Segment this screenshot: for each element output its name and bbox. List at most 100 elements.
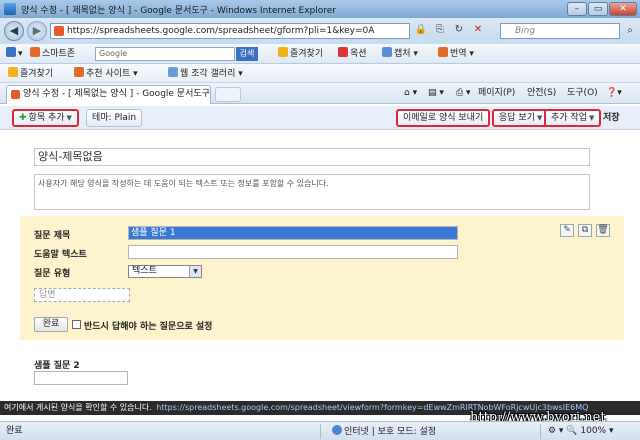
home-menu-icon[interactable]: ⌂ ▾ [404,87,417,100]
address-row: ◀ ▶ https://spreadsheets.google.com/spre… [0,18,640,44]
chevron-down-icon: ▼ [536,114,543,122]
required-label: 반드시 답해야 하는 질문으로 설정 [84,322,213,332]
favorites-button[interactable]: 즐겨찾기 [8,67,53,81]
google-search-input[interactable]: Google [95,47,235,61]
maximize-button[interactable]: ▭ [588,2,608,16]
form-toolbar: ✚ 항목 추가 ▼ 테마: Plain 이메일로 양식 보내기 응답 보기 ▼ 추가 … [0,106,640,130]
web-slice-icon [168,67,178,77]
question-editor-panel: 질문 제목 샘플 질문 1 도움말 텍스트 질문 유형 텍스트 답변 완료 반드… [20,216,624,340]
window-title: 양식 수정 - [ 제목없는 양식 ] - Google 문서도구 - Wind… [21,5,336,16]
bookmarks-label: 즐겨찾기 [290,49,324,59]
zoom-control[interactable]: ⚙ ▾ 🔍 100% ▾ [548,425,614,438]
status-bar: 완료 인터넷 | 보호 모드: 설정 ⚙ ▾ 🔍 100% ▾ [0,421,640,440]
minimize-button[interactable]: – [567,2,587,16]
back-button[interactable]: ◀ [4,21,24,41]
refresh-icon[interactable]: ↻ [451,22,467,38]
question2-title: 샘플 질문 2 [34,361,80,371]
auction-label: 옥션 [350,49,367,59]
feeds-icon[interactable]: ▤ ▾ [428,87,444,100]
close-button[interactable]: ✕ [609,2,637,16]
question-title-label: 질문 제목 [34,231,71,241]
duplicate-icon[interactable]: ⧉ [578,224,592,237]
view-responses-label: 응답 보기 [499,113,535,123]
address-tools: 🔒 ⎘ ↻ ✕ [413,22,486,38]
help-text-input[interactable] [128,245,458,259]
bookmarks-button[interactable]: 즐겨찾기 [278,47,323,61]
safety-menu[interactable]: 안전(S) [527,87,556,100]
page-icon [54,26,64,36]
tab-form-edit[interactable]: 양식 수정 - [ 제목없는 양식 ] - Google 문서도구 [6,85,211,104]
tab-row: 양식 수정 - [ 제목없는 양식 ] - Google 문서도구 ⌂ ▾ ▤ … [0,83,640,104]
form-description-input[interactable]: 사용자가 해당 양식을 작성하는 데 도움이 되는 텍스트 또는 정보를 포함할… [34,174,590,210]
new-tab-button[interactable] [215,87,241,102]
capture-label: 캡처 [394,49,411,59]
edit-pencil-icon[interactable]: ✎ [560,224,574,237]
email-form-button[interactable]: 이메일로 양식 보내기 [396,109,491,127]
star-icon [278,47,288,57]
auction-button[interactable]: 옥션 [338,47,367,61]
chevron-down-icon: ▼ [588,114,595,122]
zoom-level: 100% [580,426,607,436]
required-checkbox[interactable] [72,320,81,329]
google-toolbar: ▾ 스마트존 Google 검색 즐겨찾기 옥션 캡처 ▾ 번역 ▾ [0,44,640,64]
help-text-label: 도움말 텍스트 [34,250,87,260]
status-divider [540,424,541,439]
search-icon[interactable]: ⌕ [623,23,637,39]
suggested-sites-label: 추천 사이트 [86,69,131,79]
auction-icon [338,47,348,57]
question-type-label: 질문 유형 [34,269,71,279]
print-icon[interactable]: ⎙ ▾ [456,87,471,100]
form-editor: 양식-제목없음 사용자가 해당 양식을 작성하는 데 도움이 되는 텍스트 또는… [0,131,640,401]
theme-button[interactable]: 테마: Plain [86,109,143,127]
answer-preview-field: 답변 [34,288,130,302]
security-zone-label: 인터넷 | 보호 모드: 설정 [344,427,437,437]
address-bar[interactable]: https://spreadsheets.google.com/spreadsh… [50,23,410,39]
more-actions-label: 추가 작업 [551,113,587,123]
add-item-button[interactable]: ✚ 항목 추가 ▼ [12,109,79,127]
compat-icon[interactable]: ⎘ [432,22,448,38]
lock-icon[interactable]: 🔒 [413,22,429,38]
chevron-down-icon: ▼ [66,114,72,122]
google-toolbar-menu[interactable]: ▾ [6,47,23,61]
capture-icon [382,47,392,57]
forward-button[interactable]: ▶ [27,21,47,41]
capture-button[interactable]: 캡처 ▾ [382,47,418,61]
suggested-sites-button[interactable]: 추천 사이트 ▾ [74,67,138,81]
more-actions-button[interactable]: 추가 작업 ▼ [544,109,602,127]
translate-icon [438,47,448,57]
add-item-label: 항목 추가 [28,113,65,123]
address-url: https://spreadsheets.google.com/spreadsh… [67,26,375,36]
done-button[interactable]: 완료 [34,317,68,332]
google-search-button[interactable]: 검색 [236,47,258,61]
favorites-label: 즐겨찾기 [20,69,54,79]
view-responses-button[interactable]: 응답 보기 ▼ [492,109,550,127]
form-title-input[interactable]: 양식-제목없음 [34,148,590,166]
help-icon[interactable]: ❓▾ [606,87,622,100]
status-divider [320,424,321,439]
translate-label: 번역 [450,49,467,59]
security-zone: 인터넷 | 보호 모드: 설정 [332,425,436,439]
smartzone-label: 스마트존 [42,49,76,59]
web-slice-gallery-button[interactable]: 웹 조각 갤러리 ▾ [168,67,243,81]
status-text: 완료 [6,426,23,436]
delete-icon[interactable]: 🗑 [596,224,610,237]
suggested-sites-icon [74,67,84,77]
question2-answer-field [34,371,128,385]
web-slice-gallery-label: 웹 조각 갤러리 [180,69,236,79]
translate-button[interactable]: 번역 ▾ [438,47,474,61]
favorites-bar: 즐겨찾기 추천 사이트 ▾ 웹 조각 갤러리 ▾ [0,64,640,83]
home-icon [30,47,40,57]
smartzone-button[interactable]: 스마트존 [30,47,75,61]
tools-menu[interactable]: 도구(O) [567,87,598,100]
question-type-select[interactable]: 텍스트 [128,265,202,278]
plus-icon: ✚ [19,113,27,123]
window-titlebar: 양식 수정 - [ 제목없는 양식 ] - Google 문서도구 - Wind… [0,0,640,18]
stop-icon[interactable]: ✕ [470,22,486,38]
page-menu[interactable]: 페이지(P) [478,87,515,100]
star-icon [8,67,18,77]
bing-search-input[interactable]: Bing [500,23,620,39]
published-form-text: 여기에서 게시된 양식을 확인할 수 있습니다. [4,403,152,412]
question-title-input[interactable]: 샘플 질문 1 [128,226,458,240]
globe-icon [332,425,342,435]
save-button[interactable]: 저장 [603,109,620,127]
